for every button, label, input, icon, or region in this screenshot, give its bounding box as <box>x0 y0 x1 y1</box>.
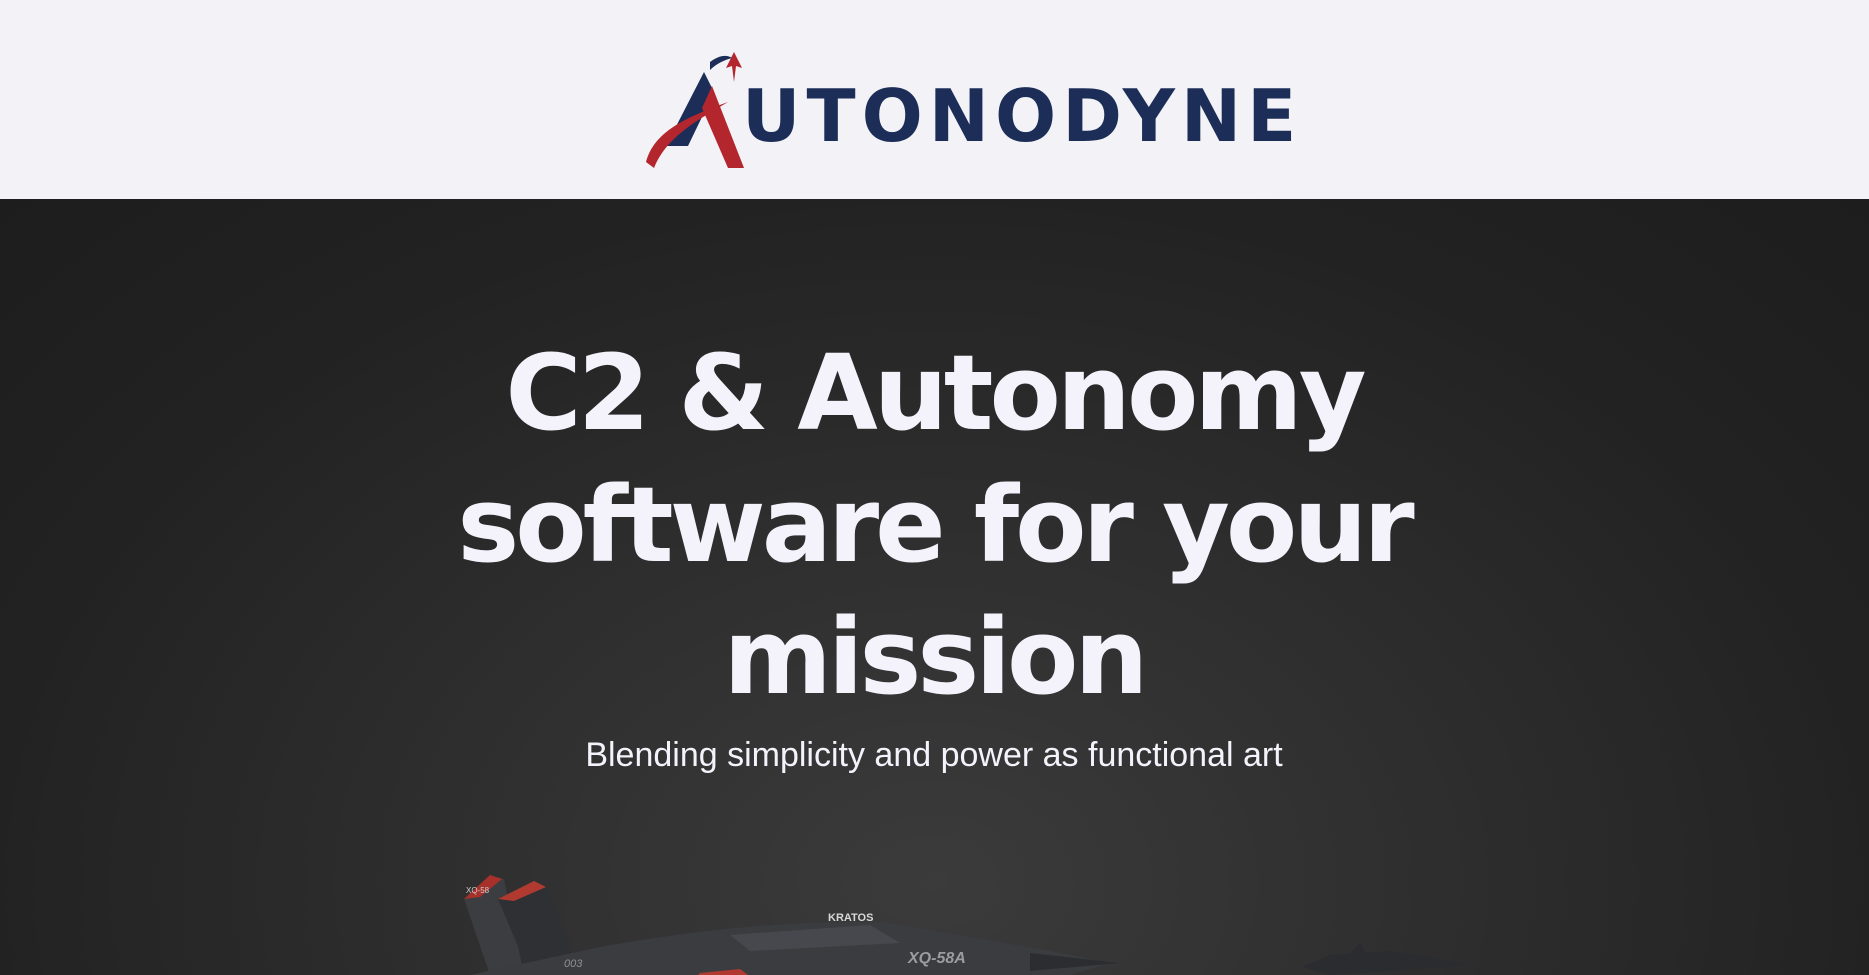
aircraft-tail-number: 003 <box>564 958 583 970</box>
site-header: UTONODYNE <box>0 0 1869 199</box>
hero-section: C2 & Autonomy software for your mission … <box>0 199 1869 975</box>
autonodyne-a-logo-icon <box>646 52 744 168</box>
aircraft-model-marking: XQ-58A <box>907 950 966 967</box>
hero-headline: C2 & Autonomy software for your mission <box>457 332 1414 718</box>
logo-wordmark: UTONODYNE <box>742 74 1303 158</box>
brand-logo[interactable]: UTONODYNE <box>644 52 1296 174</box>
aircraft-tail-marking: XQ-58 <box>466 886 490 895</box>
drone-aircraft-image: KRATOS XQ-58A XQ-58 003 <box>464 875 1470 975</box>
aircraft-brand-marking: KRATOS <box>828 912 873 924</box>
hero-subhead: Blending simplicity and power as functio… <box>585 736 1283 774</box>
